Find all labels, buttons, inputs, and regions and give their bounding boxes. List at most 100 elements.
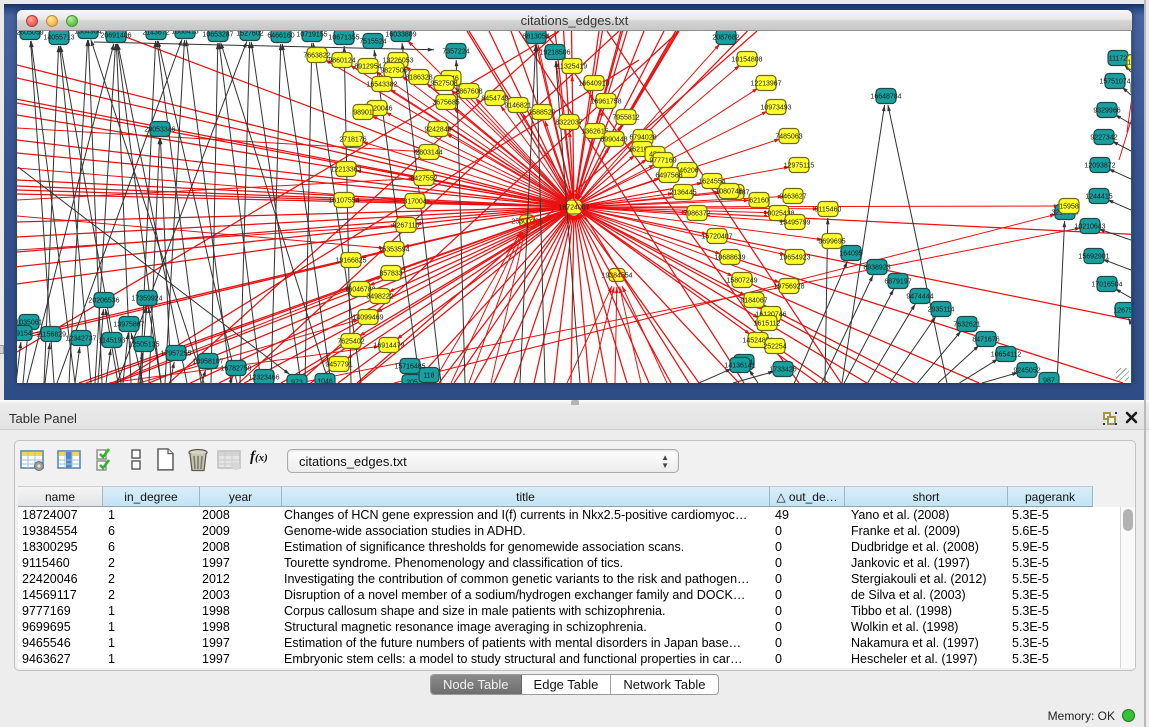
svg-text:12323466: 12323466 <box>248 374 279 381</box>
svg-text:2087682: 2087682 <box>712 34 739 41</box>
svg-text:9827506: 9827506 <box>380 67 407 74</box>
svg-text:7986372: 7986372 <box>683 210 710 217</box>
svg-text:9245052: 9245052 <box>1013 367 1040 374</box>
svg-text:2803144: 2803144 <box>415 149 442 156</box>
svg-text:9474444: 9474444 <box>906 293 933 300</box>
svg-text:15692901: 15692901 <box>1078 253 1109 260</box>
svg-text:7632621: 7632621 <box>953 321 980 328</box>
svg-text:98901: 98901 <box>353 109 373 116</box>
svg-text:9699695: 9699695 <box>818 238 845 245</box>
svg-text:7955812: 7955812 <box>612 114 639 121</box>
svg-text:3498222: 3498222 <box>366 293 393 300</box>
svg-text:1384984: 1384984 <box>74 31 101 35</box>
svg-text:1244415: 1244415 <box>1085 193 1112 200</box>
svg-text:16033809: 16033809 <box>385 31 416 38</box>
svg-text:987: 987 <box>1043 377 1055 383</box>
svg-text:8471676: 8471676 <box>972 336 999 343</box>
svg-text:12213967: 12213967 <box>750 80 781 87</box>
svg-text:973: 973 <box>291 379 303 383</box>
svg-text:9777169: 9777169 <box>649 157 676 164</box>
svg-text:9457791: 9457791 <box>325 361 352 368</box>
svg-text:7357224: 7357224 <box>442 48 469 55</box>
svg-text:19756928: 19756928 <box>773 283 804 290</box>
svg-text:15958: 15958 <box>1059 203 1079 210</box>
svg-text:317004: 317004 <box>403 198 426 205</box>
svg-text:16640910: 16640910 <box>578 80 609 87</box>
svg-text:126753: 126753 <box>1113 307 1131 314</box>
svg-text:10154808: 10154808 <box>731 56 762 63</box>
svg-text:7625402: 7625402 <box>337 338 364 345</box>
svg-text:2935114: 2935114 <box>928 306 955 313</box>
svg-text:8454749: 8454749 <box>481 95 508 102</box>
svg-text:10654112: 10654112 <box>991 351 1022 358</box>
svg-text:62160: 62160 <box>749 197 769 204</box>
svg-text:9184067: 9184067 <box>740 297 767 304</box>
svg-text:11156829: 11156829 <box>36 331 66 338</box>
svg-text:16914479: 16914479 <box>373 342 404 349</box>
svg-text:8186328: 8186328 <box>405 74 432 81</box>
svg-text:118: 118 <box>423 372 434 379</box>
svg-text:2136445: 2136445 <box>669 189 696 196</box>
svg-text:12342737: 12342737 <box>65 335 96 342</box>
svg-text:29053346: 29053346 <box>144 126 175 133</box>
svg-text:9860124: 9860124 <box>328 57 355 64</box>
svg-text:1080748: 1080748 <box>715 188 742 195</box>
svg-text:14136141: 14136141 <box>724 362 755 369</box>
svg-text:11325419: 11325419 <box>557 63 588 70</box>
svg-text:10210643: 10210643 <box>1074 223 1105 230</box>
svg-text:13975867: 13975867 <box>113 321 144 328</box>
svg-text:9329966: 9329966 <box>1093 107 1120 114</box>
svg-text:19166825: 19166825 <box>335 257 366 264</box>
svg-text:15720407: 15720407 <box>701 233 732 240</box>
svg-text:18724007: 18724007 <box>558 204 589 211</box>
svg-text:15807249: 15807249 <box>726 277 757 284</box>
svg-text:16648784: 16648784 <box>870 93 901 100</box>
svg-text:1615112: 1615112 <box>754 320 781 327</box>
svg-text:10973493: 10973493 <box>760 104 791 111</box>
svg-text:9146821: 9146821 <box>504 102 531 109</box>
svg-text:17016504: 17016504 <box>1091 281 1122 288</box>
svg-text:6879197: 6879197 <box>884 278 911 285</box>
svg-text:6794028: 6794028 <box>629 134 656 141</box>
svg-text:15751074: 15751074 <box>1099 78 1130 85</box>
svg-text:2605059: 2605059 <box>17 31 44 36</box>
svg-text:1588520: 1588520 <box>528 109 555 116</box>
svg-text:12093872: 12093872 <box>1084 162 1115 169</box>
svg-text:6497568: 6497568 <box>655 172 682 179</box>
svg-text:857833: 857833 <box>379 270 402 277</box>
svg-text:12975115: 12975115 <box>784 162 815 169</box>
svg-text:19384554: 19384554 <box>601 272 632 279</box>
svg-text:3675685: 3675685 <box>432 99 459 106</box>
svg-text:6466160: 6466160 <box>267 32 294 39</box>
svg-text:7515524: 7515524 <box>359 38 386 45</box>
svg-text:1046: 1046 <box>317 378 333 383</box>
svg-text:12505135: 12505135 <box>128 341 159 348</box>
svg-text:16961758: 16961758 <box>590 98 621 105</box>
svg-text:9463627: 9463627 <box>779 193 806 200</box>
svg-text:15716485: 15716485 <box>394 363 425 370</box>
svg-text:9115460: 9115460 <box>815 206 842 213</box>
svg-text:1145193: 1145193 <box>99 337 126 344</box>
svg-text:252254: 252254 <box>763 343 786 350</box>
svg-text:1888413: 1888413 <box>171 31 198 35</box>
svg-text:8990448: 8990448 <box>600 136 627 143</box>
svg-text:8912954: 8912954 <box>354 63 381 70</box>
svg-text:1733426: 1733426 <box>769 366 796 373</box>
svg-text:16782759: 16782759 <box>220 365 251 372</box>
svg-text:39154: 39154 <box>17 330 32 337</box>
svg-text:10653287: 10653287 <box>202 31 233 38</box>
svg-text:10671355: 10671355 <box>328 34 359 41</box>
svg-text:16107554: 16107554 <box>328 197 359 204</box>
svg-text:205: 205 <box>406 379 418 383</box>
svg-text:10688639: 10688639 <box>714 254 745 261</box>
svg-text:8427552: 8427552 <box>410 175 437 182</box>
svg-text:7663822: 7663822 <box>303 52 330 59</box>
svg-text:2143672: 2143672 <box>142 31 169 36</box>
svg-text:14055713: 14055713 <box>43 34 74 41</box>
svg-text:8813054: 8813054 <box>522 33 549 40</box>
svg-text:15353594: 15353594 <box>378 246 409 253</box>
svg-text:10719155: 10719155 <box>296 31 327 38</box>
svg-text:164095: 164095 <box>839 250 862 257</box>
svg-text:20691406: 20691406 <box>100 32 131 39</box>
svg-text:11172: 11172 <box>1109 55 1128 62</box>
